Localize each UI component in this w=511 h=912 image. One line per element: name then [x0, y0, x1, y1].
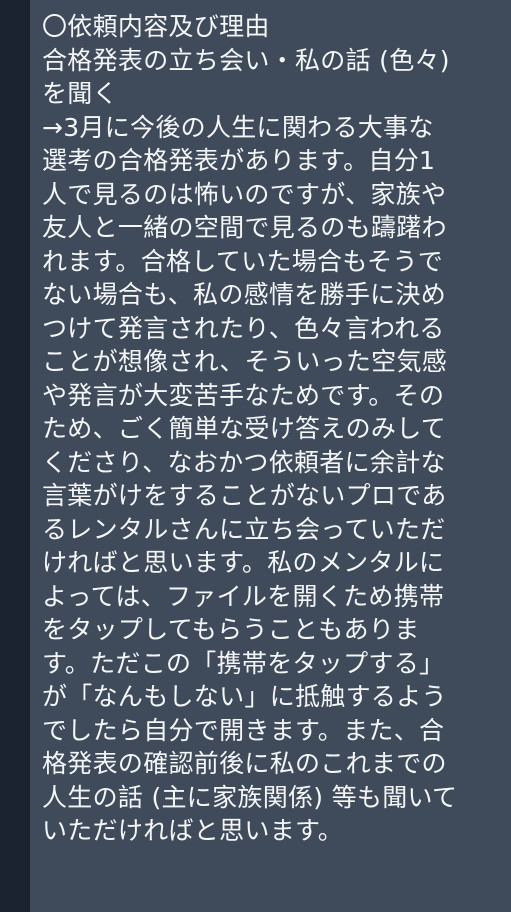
message-line: や発言が大変苦手なためです。その: [42, 380, 445, 410]
message-line: ため、ごく簡単な受け答えのみして: [42, 414, 447, 443]
message-line: 格発表の確認前後に私のこれまでの: [42, 749, 447, 778]
message-line: ない場合も、私の感情を勝手に決め: [42, 280, 447, 309]
screenshot-frame: 〇依頼内容及び理由 合格発表の立ち会い・私の話 (色々) を聞く →3月に今後の…: [0, 0, 511, 912]
message-line: す。ただこの「携帯をタップする」: [42, 648, 445, 678]
message-text: 〇依頼内容及び理由 合格発表の立ち会い・私の話 (色々) を聞く →3月に今後の…: [42, 10, 457, 848]
message-line: 友人と一緒の空間で見るのも躊躇わ: [42, 213, 447, 242]
message-line: ことが想像され、そういった空気感: [42, 347, 448, 376]
message-line: が「なんもしない」に抵触するよう: [42, 682, 447, 711]
message-line: →3月に今後の人生に関わる大事な: [42, 112, 434, 142]
message-line: 人生の話 (主に家族関係) 等も聞いて: [42, 782, 458, 812]
message-line: でしたら自分で開きます。また、合: [42, 715, 445, 745]
message-line: くださり、なおかつ依頼者に余計な: [42, 447, 446, 477]
message-line: 人で見るのは怖いのですが、家族や: [42, 179, 447, 209]
message-line: よっては、ファイルを開くため携帯: [42, 581, 445, 611]
message-line: 言葉がけをすることがないプロであ: [42, 481, 447, 510]
message-line: れます。合格していた場合もそうで: [42, 246, 444, 276]
message-line: ければと思います。私のメンタルに: [42, 548, 445, 577]
message-line: をタップしてもらうこともありま: [42, 615, 420, 644]
message-line: 〇依頼内容及び理由: [42, 12, 270, 41]
message-line: 選考の合格発表があります。自分1: [42, 146, 436, 175]
message-line: を聞く: [42, 79, 118, 108]
message-line: つけて発言されたり、色々言われる: [42, 313, 445, 343]
message-line: るレンタルさんに立ち会っていただ: [42, 514, 446, 544]
message-line: いただければと思います。: [42, 816, 344, 845]
message-line: 合格発表の立ち会い・私の話 (色々): [42, 45, 450, 75]
